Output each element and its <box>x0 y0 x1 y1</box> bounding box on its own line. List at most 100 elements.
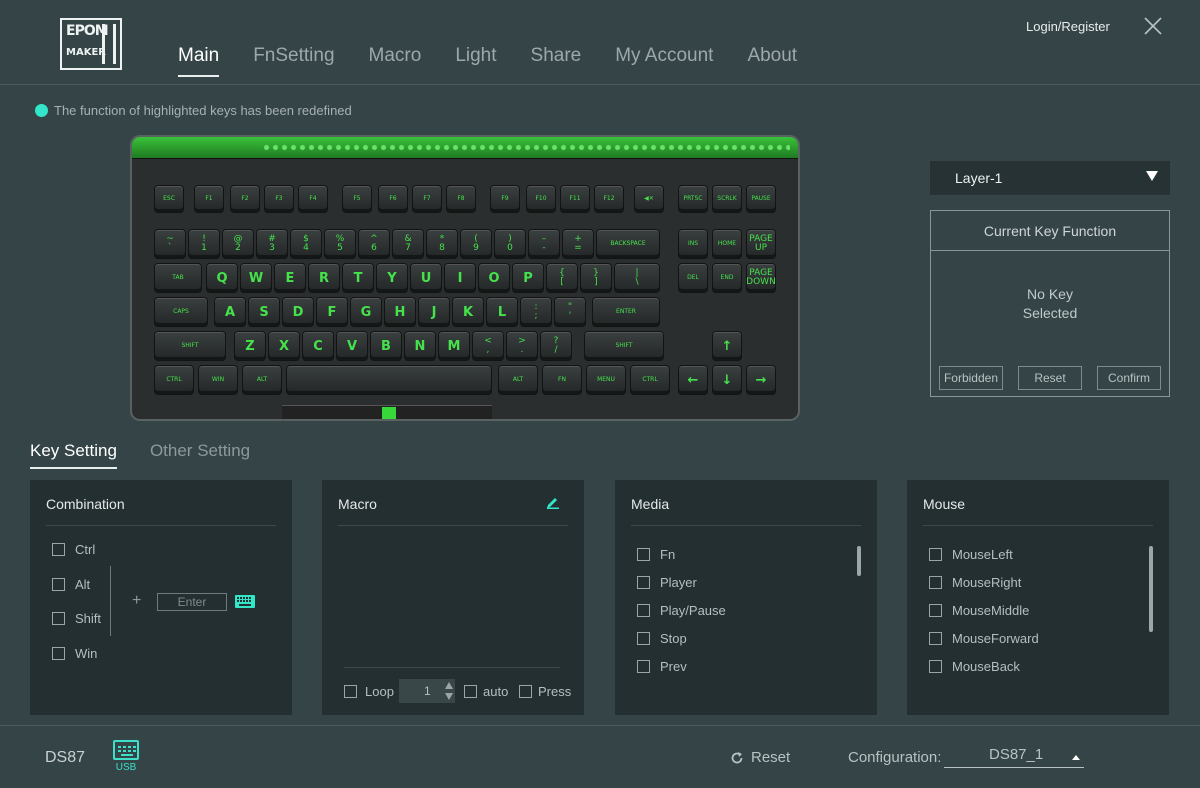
key-q-r21[interactable]: Q <box>206 263 238 293</box>
key-symbol-r10[interactable]: ~ ` <box>154 229 186 259</box>
key-tab-r20[interactable]: TAB <box>154 263 202 293</box>
alt-checkbox[interactable]: Alt <box>52 577 90 592</box>
key-enter-r312[interactable]: ENTER <box>592 297 660 327</box>
mouse-back-checkbox[interactable]: MouseBack <box>929 659 1020 674</box>
media-fn-checkbox[interactable]: Fn <box>637 547 675 562</box>
mouse-right-checkbox[interactable]: MouseRight <box>929 575 1021 590</box>
key-o-r29[interactable]: O <box>478 263 510 293</box>
key-symbol-r211[interactable]: { [ <box>546 263 578 293</box>
tab-about[interactable]: About <box>747 45 797 77</box>
key-symbol-r212[interactable]: } ] <box>580 263 612 293</box>
mouse-middle-checkbox[interactable]: MouseMiddle <box>929 603 1029 618</box>
key-symbol-r510[interactable]: → <box>746 365 776 395</box>
key-6-r16[interactable]: ^ 6 <box>358 229 390 259</box>
key-symbol-r412[interactable]: ↑ <box>712 331 742 361</box>
key-caps-r30[interactable]: CAPS <box>154 297 208 327</box>
mouse-left-checkbox[interactable]: MouseLeft <box>929 547 1013 562</box>
key-space-r53[interactable] <box>286 365 492 395</box>
key-3-r13[interactable]: # 3 <box>256 229 288 259</box>
key-d-r33[interactable]: D <box>282 297 314 327</box>
key-symbol-r48[interactable]: < , <box>472 331 504 361</box>
key-f5-r05[interactable]: F5 <box>342 185 372 213</box>
key-symbol-r112[interactable]: + = <box>562 229 594 259</box>
key-g-r35[interactable]: G <box>350 297 382 327</box>
key-symbol-r58[interactable]: ← <box>678 365 708 395</box>
key-f7-r07[interactable]: F7 <box>412 185 442 213</box>
tab-share[interactable]: Share <box>531 45 582 77</box>
layer-select[interactable]: Layer-1 <box>930 161 1170 195</box>
login-register-link[interactable]: Login/Register <box>1026 19 1110 34</box>
stepper-arrows-icon[interactable] <box>443 680 455 707</box>
key-f6-r06[interactable]: F6 <box>378 185 408 213</box>
key-menu-r56[interactable]: MENU <box>586 365 626 395</box>
key-prtsc-r014[interactable]: PRTSC <box>678 185 708 213</box>
key-x-r42[interactable]: X <box>268 331 300 361</box>
key-8-r18[interactable]: * 8 <box>426 229 458 259</box>
key-symbol-r111[interactable]: – - <box>528 229 560 259</box>
key-shift-r411[interactable]: SHIFT <box>584 331 664 361</box>
key-f9-r09[interactable]: F9 <box>490 185 520 213</box>
key-symbol-r410[interactable]: ? / <box>540 331 572 361</box>
key-m-r47[interactable]: M <box>438 331 470 361</box>
loop-checkbox[interactable]: Loop <box>344 684 394 699</box>
key-symbol-r59[interactable]: ↓ <box>712 365 742 395</box>
key-symbol-r49[interactable]: > . <box>506 331 538 361</box>
key-4-r14[interactable]: $ 4 <box>290 229 322 259</box>
key-z-r41[interactable]: Z <box>234 331 266 361</box>
key-f-r34[interactable]: F <box>316 297 348 327</box>
press-checkbox[interactable]: Press <box>519 684 571 699</box>
key-shift-r40[interactable]: SHIFT <box>154 331 226 361</box>
key-backspace-r113[interactable]: BACKSPACE <box>596 229 660 259</box>
key-1-r11[interactable]: ! 1 <box>188 229 220 259</box>
tab-key-setting[interactable]: Key Setting <box>30 441 117 469</box>
media-prev-checkbox[interactable]: Prev <box>637 659 687 674</box>
key-l-r39[interactable]: L <box>486 297 518 327</box>
key-symbol-r213[interactable]: | \ <box>614 263 660 293</box>
key-f3-r03[interactable]: F3 <box>264 185 294 213</box>
tab-light[interactable]: Light <box>455 45 496 77</box>
key-r-r24[interactable]: R <box>308 263 340 293</box>
usb-connection[interactable]: USB <box>113 740 139 776</box>
key-symbol-r311[interactable]: " ' <box>554 297 586 327</box>
media-scrollbar[interactable] <box>857 546 861 576</box>
key-alt-r54[interactable]: ALT <box>498 365 538 395</box>
shift-checkbox[interactable]: Shift <box>52 611 101 626</box>
media-playpause-checkbox[interactable]: Play/Pause <box>637 603 726 618</box>
key-5-r15[interactable]: % 5 <box>324 229 356 259</box>
key-ins-r1_14[interactable]: INS <box>678 229 708 259</box>
key-f10-r010[interactable]: F10 <box>526 185 556 213</box>
key-pause-r016[interactable]: PAUSE <box>746 185 776 213</box>
auto-checkbox[interactable]: auto <box>464 684 508 699</box>
key-p-r210[interactable]: P <box>512 263 544 293</box>
key-v-r44[interactable]: V <box>336 331 368 361</box>
reset-key-button[interactable]: Reset <box>1018 366 1082 390</box>
key-w-r22[interactable]: W <box>240 263 272 293</box>
key-home-r1_15[interactable]: HOME <box>712 229 742 259</box>
media-player-checkbox[interactable]: Player <box>637 575 697 590</box>
key-c-r43[interactable]: C <box>302 331 334 361</box>
key-7-r17[interactable]: & 7 <box>392 229 424 259</box>
win-checkbox[interactable]: Win <box>52 646 97 661</box>
key-f2-r02[interactable]: F2 <box>230 185 260 213</box>
mouse-forward-checkbox[interactable]: MouseForward <box>929 631 1039 646</box>
key-ctrl-r50[interactable]: CTRL <box>154 365 194 395</box>
tab-macro[interactable]: Macro <box>369 45 422 77</box>
key-win-r51[interactable]: WIN <box>198 365 238 395</box>
confirm-button[interactable]: Confirm <box>1097 366 1161 390</box>
key-j-r37[interactable]: J <box>418 297 450 327</box>
edit-pencil-icon[interactable] <box>546 495 560 514</box>
key-u-r27[interactable]: U <box>410 263 442 293</box>
keyboard-icon[interactable] <box>235 595 255 613</box>
tab-other-setting[interactable]: Other Setting <box>150 441 250 469</box>
key-k-r38[interactable]: K <box>452 297 484 327</box>
key-f8-r08[interactable]: F8 <box>446 185 476 213</box>
key-0-r110[interactable]: ) 0 <box>494 229 526 259</box>
key-t-r25[interactable]: T <box>342 263 374 293</box>
tab-my-account[interactable]: My Account <box>615 45 713 77</box>
key-f12-r012[interactable]: F12 <box>594 185 624 213</box>
key-2-r12[interactable]: @ 2 <box>222 229 254 259</box>
key-del-r2_14[interactable]: DEL <box>678 263 708 293</box>
key-s-r32[interactable]: S <box>248 297 280 327</box>
key-e-r23[interactable]: E <box>274 263 306 293</box>
reset-button[interactable]: Reset <box>730 749 790 766</box>
